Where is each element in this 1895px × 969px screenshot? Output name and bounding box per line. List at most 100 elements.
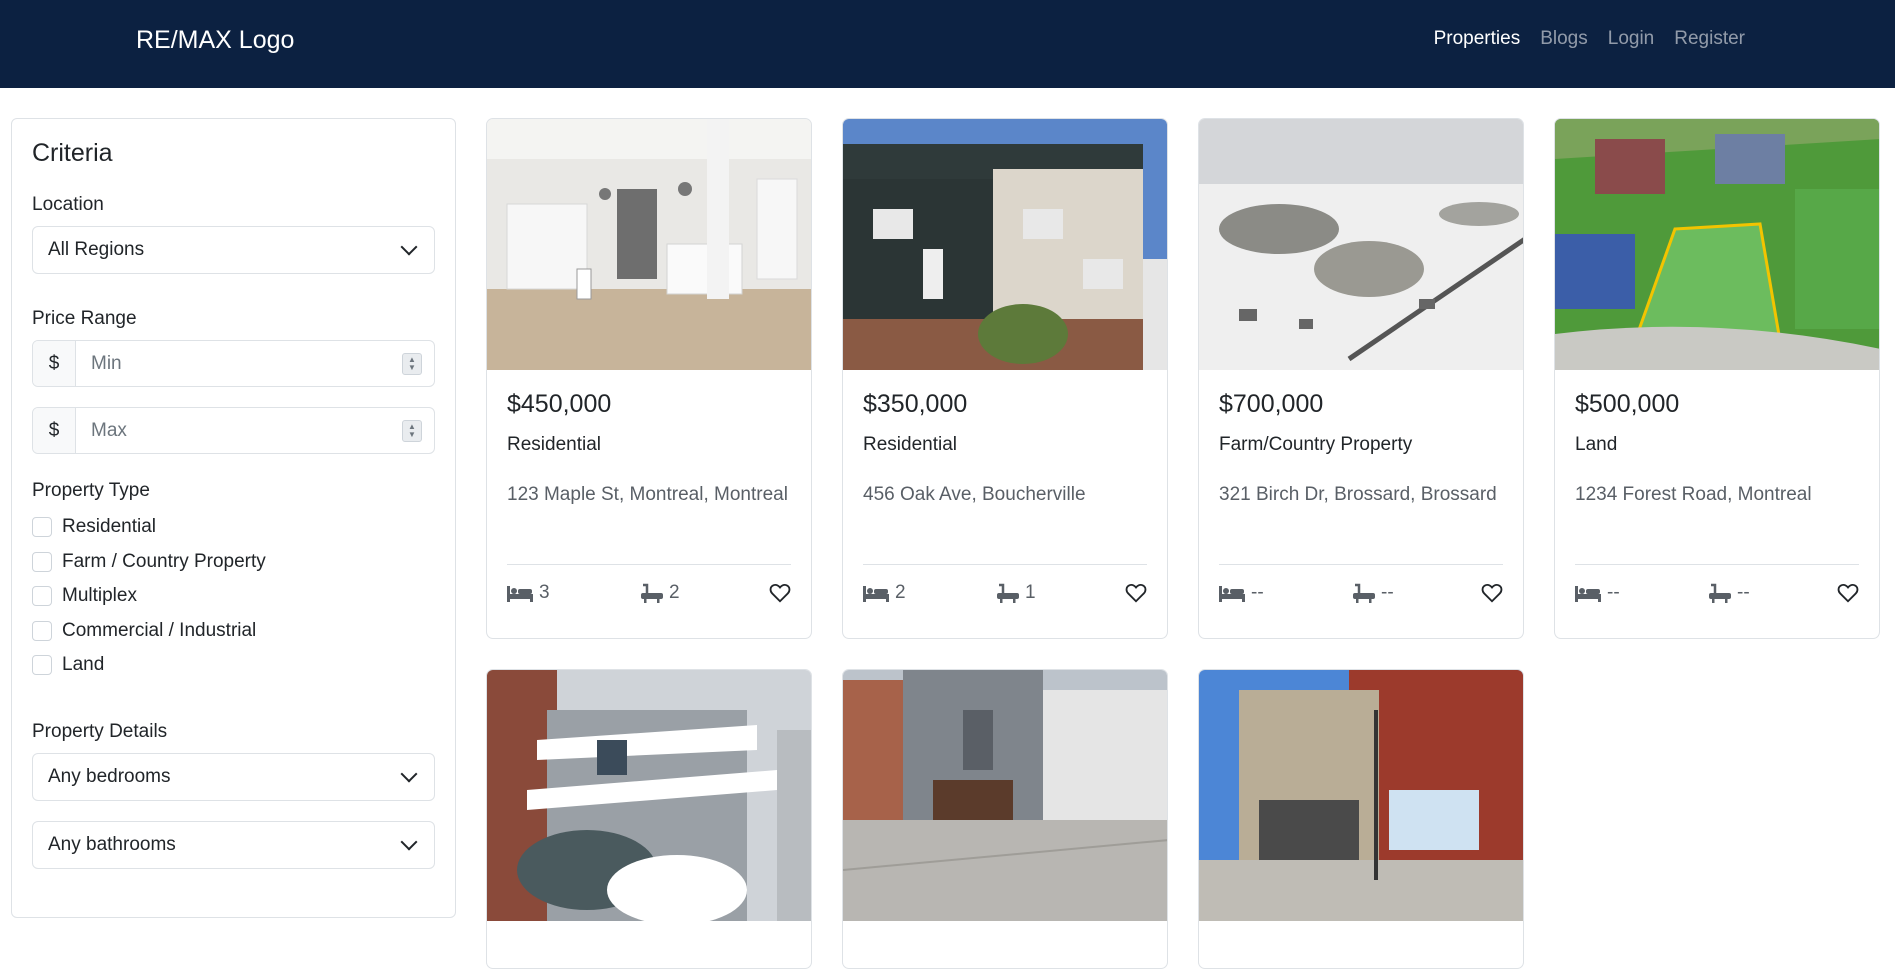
checkbox-icon[interactable]	[32, 620, 52, 641]
bed-icon	[1575, 586, 1601, 602]
bathrooms-count: --	[1381, 582, 1394, 603]
bathrooms-select[interactable]: Any bathrooms	[32, 820, 435, 869]
nav-link-blogs[interactable]: Blogs	[1540, 28, 1588, 50]
top-navbar: RE/MAX Logo Properties Blogs Login Regis…	[0, 0, 1895, 88]
bedrooms-stat: --	[1575, 582, 1709, 604]
checkbox-icon[interactable]	[32, 586, 52, 607]
bedrooms-stat: --	[1219, 582, 1353, 604]
listing-card[interactable]	[842, 669, 1168, 969]
property-type-group: Property Type Residential Farm / Country…	[32, 480, 435, 683]
listing-card[interactable]: $700,000 Farm/Country Property 321 Birch…	[1198, 118, 1524, 639]
listing-price: $700,000	[1219, 390, 1324, 418]
heart-icon[interactable]	[1837, 582, 1859, 604]
type-label-residential: Residential	[62, 516, 156, 538]
min-price-input[interactable]: Min	[76, 353, 402, 375]
bathtub-icon	[1353, 583, 1375, 603]
checkbox-icon[interactable]	[32, 655, 52, 676]
min-price-input-group: $ Min ▲ ▼	[32, 340, 435, 387]
property-details-label: Property Details	[32, 720, 168, 742]
location-select-value: All Regions	[48, 239, 145, 260]
bathrooms-select-value: Any bathrooms	[48, 833, 176, 855]
chevron-down-icon	[400, 765, 418, 782]
listing-stats: -- --	[1575, 575, 1859, 611]
listing-type: Farm/Country Property	[1219, 434, 1413, 455]
heart-icon[interactable]	[1481, 582, 1503, 604]
bathrooms-stat: --	[1709, 582, 1837, 604]
listing-photo-street-corner[interactable]	[843, 670, 1167, 921]
bathrooms-stat: --	[1353, 582, 1481, 604]
chevron-down-icon	[400, 833, 418, 850]
listing-photo-land-aerial[interactable]	[1555, 119, 1879, 370]
max-price-input[interactable]: Max	[76, 420, 402, 442]
listing-card[interactable]	[1198, 669, 1524, 969]
bathrooms-count: 2	[669, 582, 680, 603]
listing-type: Residential	[507, 434, 601, 455]
bathrooms-stat: 2	[641, 582, 769, 604]
location-label: Location	[32, 194, 104, 215]
card-divider	[863, 564, 1147, 565]
bed-icon	[863, 586, 889, 602]
listing-photo-commercial-building[interactable]	[1199, 670, 1523, 921]
chevron-down-icon	[400, 238, 418, 256]
type-label-farm: Farm / Country Property	[62, 550, 266, 572]
criteria-title: Criteria	[32, 139, 113, 167]
property-details-group: Property Details Any bedrooms Any bathro…	[32, 721, 435, 869]
criteria-panel: Criteria Location All Regions Price Rang…	[11, 118, 456, 918]
location-group: Location All Regions	[32, 194, 435, 274]
listing-card[interactable]: $500,000 Land 1234 Forest Road, Montreal…	[1554, 118, 1880, 639]
nav-link-login[interactable]: Login	[1608, 28, 1655, 50]
listing-address: 321 Birch Dr, Brossard, Brossard	[1219, 484, 1497, 505]
listing-photo-kitchen[interactable]	[487, 119, 811, 370]
listing-card[interactable]: $450,000 Residential 123 Maple St, Montr…	[486, 118, 812, 639]
nav-link-properties[interactable]: Properties	[1434, 28, 1521, 50]
listing-stats: -- --	[1219, 575, 1503, 611]
type-checkbox-land[interactable]: Land	[32, 648, 435, 683]
listing-body: $350,000 Residential 456 Oak Ave, Bouche…	[843, 370, 1167, 611]
listing-photo-house[interactable]	[843, 119, 1167, 370]
type-checkbox-multiplex[interactable]: Multiplex	[32, 579, 435, 614]
listing-body: $450,000 Residential 123 Maple St, Montr…	[487, 370, 811, 611]
card-divider	[1575, 564, 1859, 565]
listing-type: Land	[1575, 434, 1618, 455]
brand-logo[interactable]: RE/MAX Logo	[136, 26, 294, 55]
bed-icon	[1219, 586, 1245, 602]
listing-card[interactable]	[486, 669, 812, 969]
listing-photo-snowy-aerial[interactable]	[1199, 119, 1523, 370]
bedrooms-select[interactable]: Any bedrooms	[32, 752, 435, 801]
heart-icon[interactable]	[769, 582, 791, 604]
listing-stats: 3 2	[507, 575, 791, 611]
listing-price: $500,000	[1575, 390, 1680, 418]
nav-links: Properties Blogs Login Register	[1434, 28, 1745, 50]
listing-photo-snowy-house[interactable]	[487, 670, 811, 921]
location-select[interactable]: All Regions	[32, 226, 435, 274]
bedrooms-stat: 3	[507, 582, 641, 604]
number-spinner-icon[interactable]: ▲ ▼	[402, 419, 422, 442]
type-checkbox-farm[interactable]: Farm / Country Property	[32, 545, 435, 580]
listing-card[interactable]: $350,000 Residential 456 Oak Ave, Bouche…	[842, 118, 1168, 639]
heart-icon[interactable]	[1125, 582, 1147, 604]
bed-icon	[507, 586, 533, 602]
type-checkbox-commercial[interactable]: Commercial / Industrial	[32, 614, 435, 649]
checkbox-icon[interactable]	[32, 517, 52, 538]
bedrooms-select-value: Any bedrooms	[48, 765, 171, 787]
listing-address: 1234 Forest Road, Montreal	[1575, 484, 1812, 505]
bathtub-icon	[641, 583, 663, 603]
card-divider	[507, 564, 791, 565]
type-label-commercial: Commercial / Industrial	[62, 619, 257, 641]
type-label-multiplex: Multiplex	[62, 585, 137, 607]
listing-address: 456 Oak Ave, Boucherville	[863, 484, 1086, 505]
bathtub-icon	[997, 583, 1019, 603]
listing-price: $350,000	[863, 390, 968, 418]
listing-type: Residential	[863, 434, 957, 455]
checkbox-icon[interactable]	[32, 551, 52, 572]
listing-stats: 2 1	[863, 575, 1147, 611]
bedrooms-count: 3	[539, 582, 550, 603]
number-spinner-icon[interactable]: ▲ ▼	[402, 352, 422, 375]
card-divider	[1219, 564, 1503, 565]
nav-link-register[interactable]: Register	[1674, 28, 1745, 50]
listing-address: 123 Maple St, Montreal, Montreal	[507, 484, 788, 505]
currency-prefix: $	[33, 341, 76, 386]
bathtub-icon	[1709, 583, 1731, 603]
type-checkbox-residential[interactable]: Residential	[32, 510, 435, 545]
bedrooms-count: 2	[895, 582, 906, 603]
